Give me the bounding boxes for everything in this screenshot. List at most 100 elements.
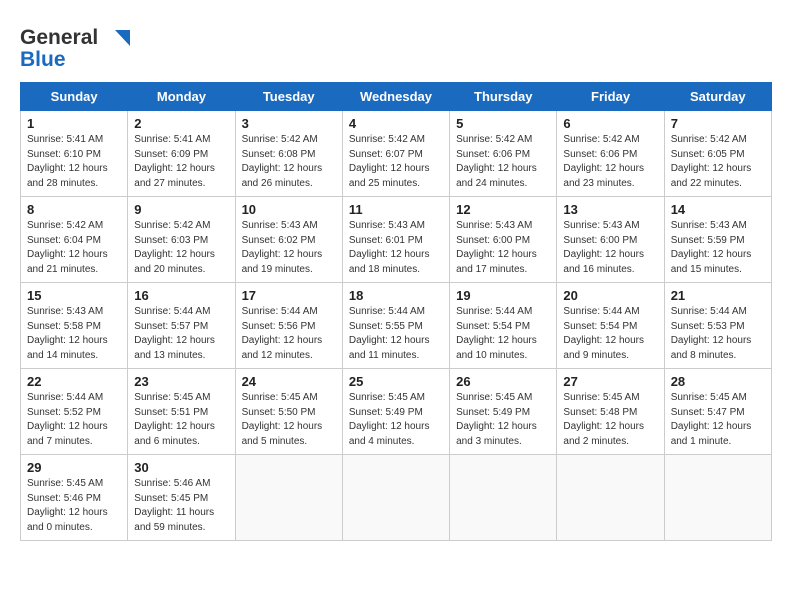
calendar-cell: 13 Sunrise: 5:43 AMSunset: 6:00 PMDaylig… <box>557 197 664 283</box>
day-number: 12 <box>456 202 551 217</box>
calendar-cell: 7 Sunrise: 5:42 AMSunset: 6:05 PMDayligh… <box>664 111 771 197</box>
day-info: Sunrise: 5:43 AMSunset: 5:58 PMDaylight:… <box>27 305 122 363</box>
day-info: Sunrise: 5:45 AMSunset: 5:49 PMDaylight:… <box>456 391 551 449</box>
calendar-cell: 24 Sunrise: 5:45 AMSunset: 5:50 PMDaylig… <box>235 369 342 455</box>
day-info: Sunrise: 5:45 AMSunset: 5:48 PMDaylight:… <box>563 391 658 449</box>
day-number: 17 <box>242 288 337 303</box>
calendar-cell: 30 Sunrise: 5:46 AMSunset: 5:45 PMDaylig… <box>128 455 235 541</box>
day-number: 21 <box>671 288 766 303</box>
day-info: Sunrise: 5:45 AMSunset: 5:49 PMDaylight:… <box>349 391 444 449</box>
calendar-week-2: 8 Sunrise: 5:42 AMSunset: 6:04 PMDayligh… <box>21 197 772 283</box>
logo-svg: General Blue <box>20 20 130 72</box>
weekday-header-saturday: Saturday <box>664 83 771 111</box>
calendar-cell <box>664 455 771 541</box>
day-number: 15 <box>27 288 122 303</box>
calendar-cell: 17 Sunrise: 5:44 AMSunset: 5:56 PMDaylig… <box>235 283 342 369</box>
day-info: Sunrise: 5:44 AMSunset: 5:52 PMDaylight:… <box>27 391 122 449</box>
calendar-cell: 4 Sunrise: 5:42 AMSunset: 6:07 PMDayligh… <box>342 111 449 197</box>
day-info: Sunrise: 5:44 AMSunset: 5:56 PMDaylight:… <box>242 305 337 363</box>
calendar-cell: 2 Sunrise: 5:41 AMSunset: 6:09 PMDayligh… <box>128 111 235 197</box>
day-info: Sunrise: 5:43 AMSunset: 5:59 PMDaylight:… <box>671 219 766 277</box>
calendar-cell: 6 Sunrise: 5:42 AMSunset: 6:06 PMDayligh… <box>557 111 664 197</box>
day-info: Sunrise: 5:42 AMSunset: 6:08 PMDaylight:… <box>242 133 337 191</box>
calendar-cell: 29 Sunrise: 5:45 AMSunset: 5:46 PMDaylig… <box>21 455 128 541</box>
day-number: 22 <box>27 374 122 389</box>
day-info: Sunrise: 5:42 AMSunset: 6:06 PMDaylight:… <box>563 133 658 191</box>
day-number: 26 <box>456 374 551 389</box>
calendar-cell <box>557 455 664 541</box>
day-info: Sunrise: 5:45 AMSunset: 5:50 PMDaylight:… <box>242 391 337 449</box>
day-number: 8 <box>27 202 122 217</box>
weekday-header-monday: Monday <box>128 83 235 111</box>
day-info: Sunrise: 5:44 AMSunset: 5:55 PMDaylight:… <box>349 305 444 363</box>
day-number: 7 <box>671 116 766 131</box>
svg-text:General: General <box>20 26 98 49</box>
day-info: Sunrise: 5:45 AMSunset: 5:51 PMDaylight:… <box>134 391 229 449</box>
weekday-header-sunday: Sunday <box>21 83 128 111</box>
day-info: Sunrise: 5:45 AMSunset: 5:46 PMDaylight:… <box>27 477 122 535</box>
day-number: 14 <box>671 202 766 217</box>
weekday-header-wednesday: Wednesday <box>342 83 449 111</box>
calendar-week-4: 22 Sunrise: 5:44 AMSunset: 5:52 PMDaylig… <box>21 369 772 455</box>
day-number: 25 <box>349 374 444 389</box>
day-number: 5 <box>456 116 551 131</box>
day-info: Sunrise: 5:42 AMSunset: 6:05 PMDaylight:… <box>671 133 766 191</box>
day-info: Sunrise: 5:42 AMSunset: 6:07 PMDaylight:… <box>349 133 444 191</box>
day-info: Sunrise: 5:43 AMSunset: 6:00 PMDaylight:… <box>563 219 658 277</box>
day-number: 10 <box>242 202 337 217</box>
calendar-cell: 14 Sunrise: 5:43 AMSunset: 5:59 PMDaylig… <box>664 197 771 283</box>
day-number: 23 <box>134 374 229 389</box>
day-info: Sunrise: 5:42 AMSunset: 6:04 PMDaylight:… <box>27 219 122 277</box>
calendar-cell: 15 Sunrise: 5:43 AMSunset: 5:58 PMDaylig… <box>21 283 128 369</box>
calendar-cell: 27 Sunrise: 5:45 AMSunset: 5:48 PMDaylig… <box>557 369 664 455</box>
day-info: Sunrise: 5:46 AMSunset: 5:45 PMDaylight:… <box>134 477 229 535</box>
day-number: 13 <box>563 202 658 217</box>
calendar-cell: 8 Sunrise: 5:42 AMSunset: 6:04 PMDayligh… <box>21 197 128 283</box>
calendar-cell: 18 Sunrise: 5:44 AMSunset: 5:55 PMDaylig… <box>342 283 449 369</box>
calendar-cell: 3 Sunrise: 5:42 AMSunset: 6:08 PMDayligh… <box>235 111 342 197</box>
day-info: Sunrise: 5:43 AMSunset: 6:02 PMDaylight:… <box>242 219 337 277</box>
calendar-cell: 26 Sunrise: 5:45 AMSunset: 5:49 PMDaylig… <box>450 369 557 455</box>
day-number: 16 <box>134 288 229 303</box>
svg-text:Blue: Blue <box>20 48 66 71</box>
day-number: 1 <box>27 116 122 131</box>
day-info: Sunrise: 5:44 AMSunset: 5:54 PMDaylight:… <box>563 305 658 363</box>
day-number: 28 <box>671 374 766 389</box>
calendar-cell: 10 Sunrise: 5:43 AMSunset: 6:02 PMDaylig… <box>235 197 342 283</box>
day-number: 4 <box>349 116 444 131</box>
calendar-cell: 12 Sunrise: 5:43 AMSunset: 6:00 PMDaylig… <box>450 197 557 283</box>
page-header: General Blue <box>20 20 772 72</box>
logo: General Blue <box>20 20 130 72</box>
calendar-cell <box>342 455 449 541</box>
calendar-cell: 1 Sunrise: 5:41 AMSunset: 6:10 PMDayligh… <box>21 111 128 197</box>
day-info: Sunrise: 5:41 AMSunset: 6:09 PMDaylight:… <box>134 133 229 191</box>
day-number: 19 <box>456 288 551 303</box>
day-info: Sunrise: 5:42 AMSunset: 6:03 PMDaylight:… <box>134 219 229 277</box>
calendar-week-1: 1 Sunrise: 5:41 AMSunset: 6:10 PMDayligh… <box>21 111 772 197</box>
day-info: Sunrise: 5:42 AMSunset: 6:06 PMDaylight:… <box>456 133 551 191</box>
day-number: 18 <box>349 288 444 303</box>
calendar-cell: 5 Sunrise: 5:42 AMSunset: 6:06 PMDayligh… <box>450 111 557 197</box>
day-number: 2 <box>134 116 229 131</box>
calendar-cell <box>235 455 342 541</box>
day-number: 24 <box>242 374 337 389</box>
day-number: 9 <box>134 202 229 217</box>
calendar-cell: 22 Sunrise: 5:44 AMSunset: 5:52 PMDaylig… <box>21 369 128 455</box>
calendar-cell: 28 Sunrise: 5:45 AMSunset: 5:47 PMDaylig… <box>664 369 771 455</box>
calendar-week-5: 29 Sunrise: 5:45 AMSunset: 5:46 PMDaylig… <box>21 455 772 541</box>
day-info: Sunrise: 5:41 AMSunset: 6:10 PMDaylight:… <box>27 133 122 191</box>
calendar-cell: 9 Sunrise: 5:42 AMSunset: 6:03 PMDayligh… <box>128 197 235 283</box>
calendar-table: SundayMondayTuesdayWednesdayThursdayFrid… <box>20 82 772 541</box>
weekday-header-row: SundayMondayTuesdayWednesdayThursdayFrid… <box>21 83 772 111</box>
day-number: 6 <box>563 116 658 131</box>
weekday-header-friday: Friday <box>557 83 664 111</box>
day-info: Sunrise: 5:45 AMSunset: 5:47 PMDaylight:… <box>671 391 766 449</box>
calendar-cell: 25 Sunrise: 5:45 AMSunset: 5:49 PMDaylig… <box>342 369 449 455</box>
calendar-cell: 11 Sunrise: 5:43 AMSunset: 6:01 PMDaylig… <box>342 197 449 283</box>
day-number: 20 <box>563 288 658 303</box>
calendar-week-3: 15 Sunrise: 5:43 AMSunset: 5:58 PMDaylig… <box>21 283 772 369</box>
day-info: Sunrise: 5:43 AMSunset: 6:00 PMDaylight:… <box>456 219 551 277</box>
day-number: 30 <box>134 460 229 475</box>
calendar-cell: 21 Sunrise: 5:44 AMSunset: 5:53 PMDaylig… <box>664 283 771 369</box>
calendar-cell <box>450 455 557 541</box>
